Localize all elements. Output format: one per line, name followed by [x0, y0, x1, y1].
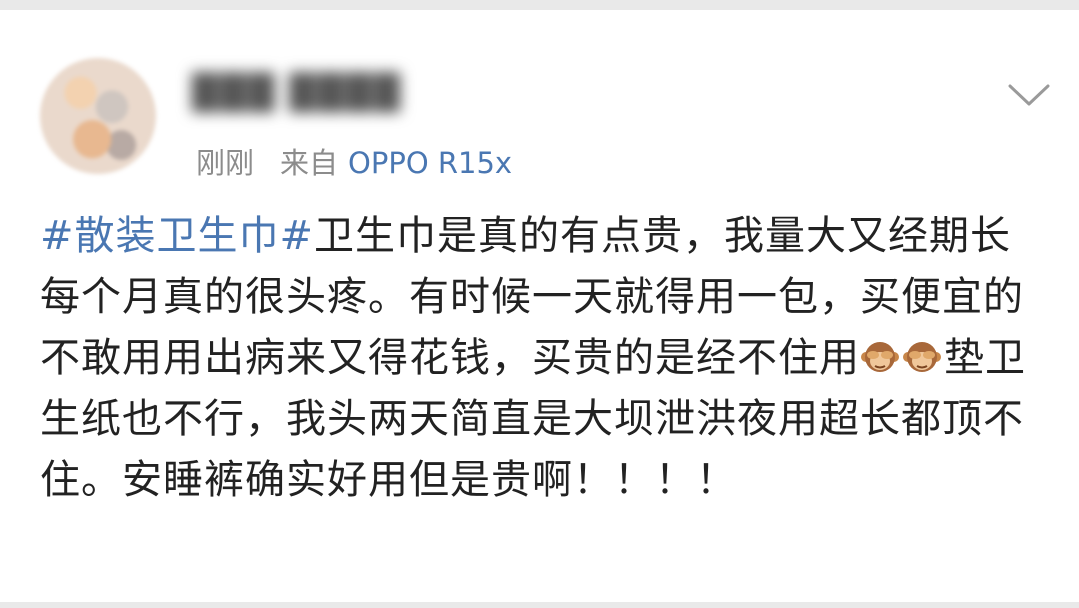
avatar[interactable] [40, 58, 156, 174]
post-body: #散装卫生巾#卫生巾是真的有点贵，我量大又经期长每个月真的很头疼。有时候一天就得… [40, 206, 1050, 511]
post-card: ███ ████ 刚刚 来自 OPPO R15x #散装卫生巾#卫生巾是真的有点贵，… [0, 10, 1079, 602]
username[interactable]: ███ ████ [192, 70, 462, 116]
hashtag-link[interactable]: #散装卫生巾# [40, 213, 314, 259]
post-time: 刚刚 [196, 146, 255, 180]
see-no-evil-monkey-icon [861, 342, 899, 372]
see-no-evil-monkey-icon [903, 342, 941, 372]
post-meta: 刚刚 来自 OPPO R15x [196, 140, 512, 182]
source-device-link[interactable]: OPPO R15x [348, 146, 512, 180]
source-label: 来自 [280, 146, 339, 180]
chevron-down-icon[interactable] [1006, 80, 1052, 110]
username-text[interactable]: ███ ████ [192, 73, 402, 113]
